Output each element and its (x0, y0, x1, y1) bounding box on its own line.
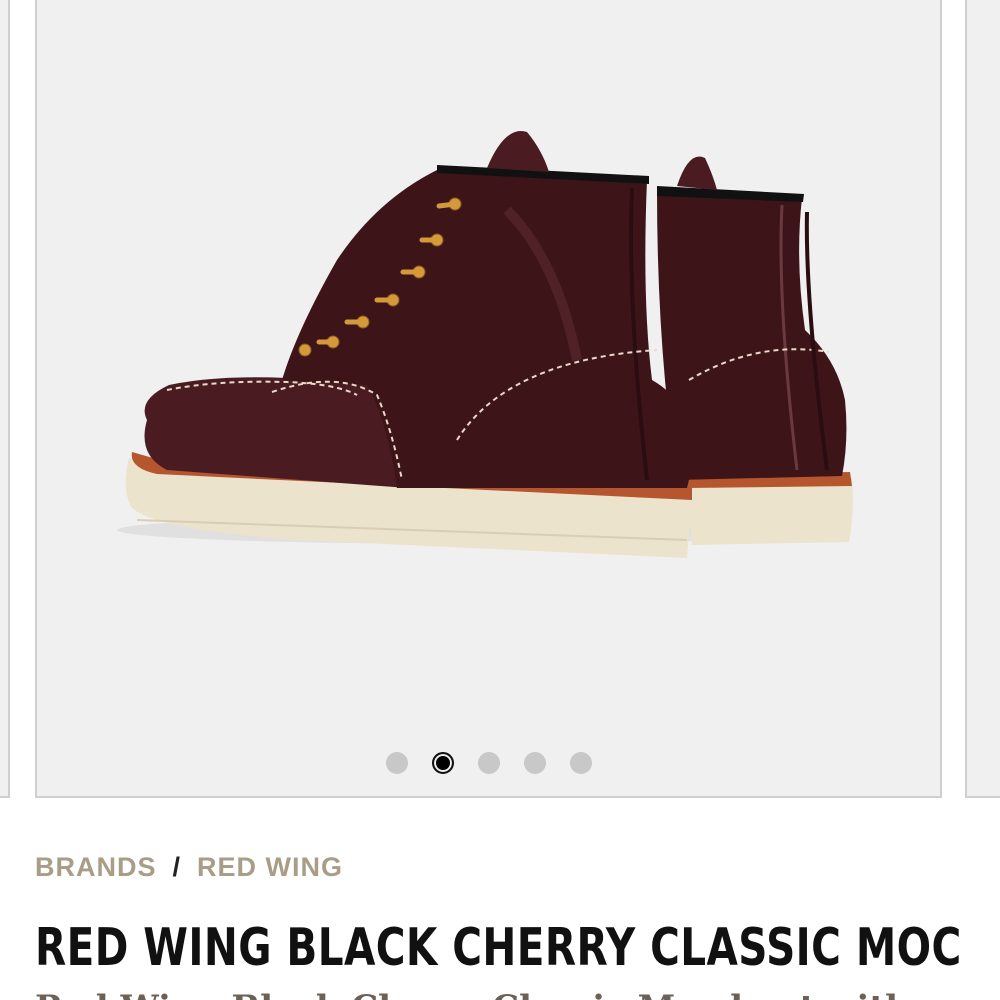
front-boot-graphic (125, 131, 692, 558)
carousel-dot-5[interactable] (569, 752, 592, 774)
product-title: RED WING BLACK CHERRY CLASSIC MOC (35, 918, 962, 978)
product-page: BRANDS / RED WING RED WING BLACK CHERRY CL… (0, 0, 1000, 1000)
breadcrumb-brand-link[interactable]: RED WING (197, 852, 343, 882)
previous-slide-peek[interactable] (0, 0, 10, 798)
next-slide-peek[interactable] (965, 0, 1000, 798)
carousel-dot-4[interactable] (523, 752, 546, 774)
carousel-pagination (37, 752, 940, 774)
breadcrumb-brands-link[interactable]: BRANDS (35, 852, 157, 882)
breadcrumb: BRANDS / RED WING (35, 852, 343, 883)
carousel-dot-2-active[interactable] (431, 752, 454, 774)
carousel-dot-3[interactable] (477, 752, 500, 774)
carousel-dot-1[interactable] (385, 752, 408, 774)
product-image-carousel[interactable] (35, 0, 942, 798)
product-image (117, 131, 853, 558)
product-subtitle-clip: Red Wing Black Cherry Classic Moc boot w… (35, 988, 965, 1000)
product-subtitle: Red Wing Black Cherry Classic Moc boot w… (35, 988, 965, 1000)
breadcrumb-separator: / (172, 852, 182, 882)
